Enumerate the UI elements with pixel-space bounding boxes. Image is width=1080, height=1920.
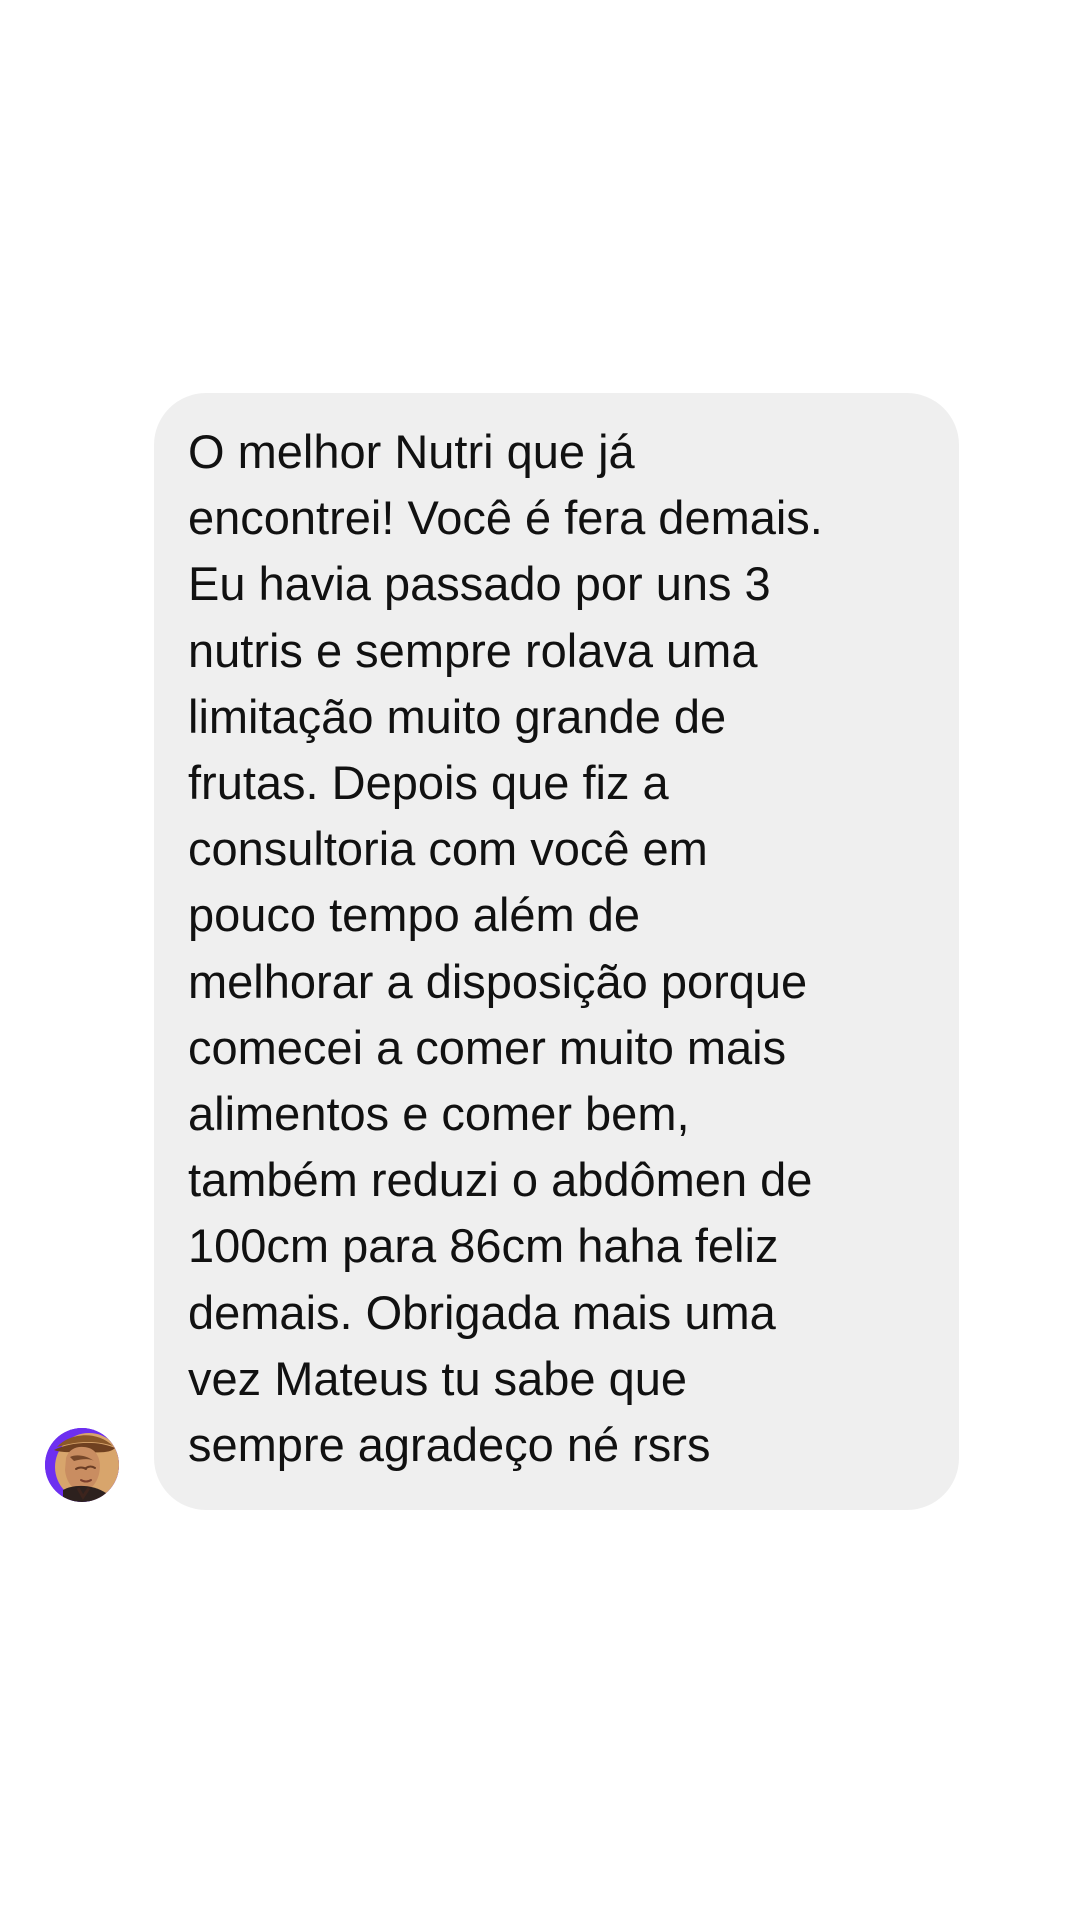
message-bubble[interactable]: O melhor Nutri que já encontrei! Você é …	[154, 393, 959, 1511]
message-text: O melhor Nutri que já encontrei! Você é …	[188, 425, 823, 1472]
profile-photo-avatar-icon	[45, 1428, 119, 1502]
chat-screen: O melhor Nutri que já encontrei! Você é …	[0, 0, 1080, 1920]
sender-avatar[interactable]	[45, 1428, 119, 1502]
